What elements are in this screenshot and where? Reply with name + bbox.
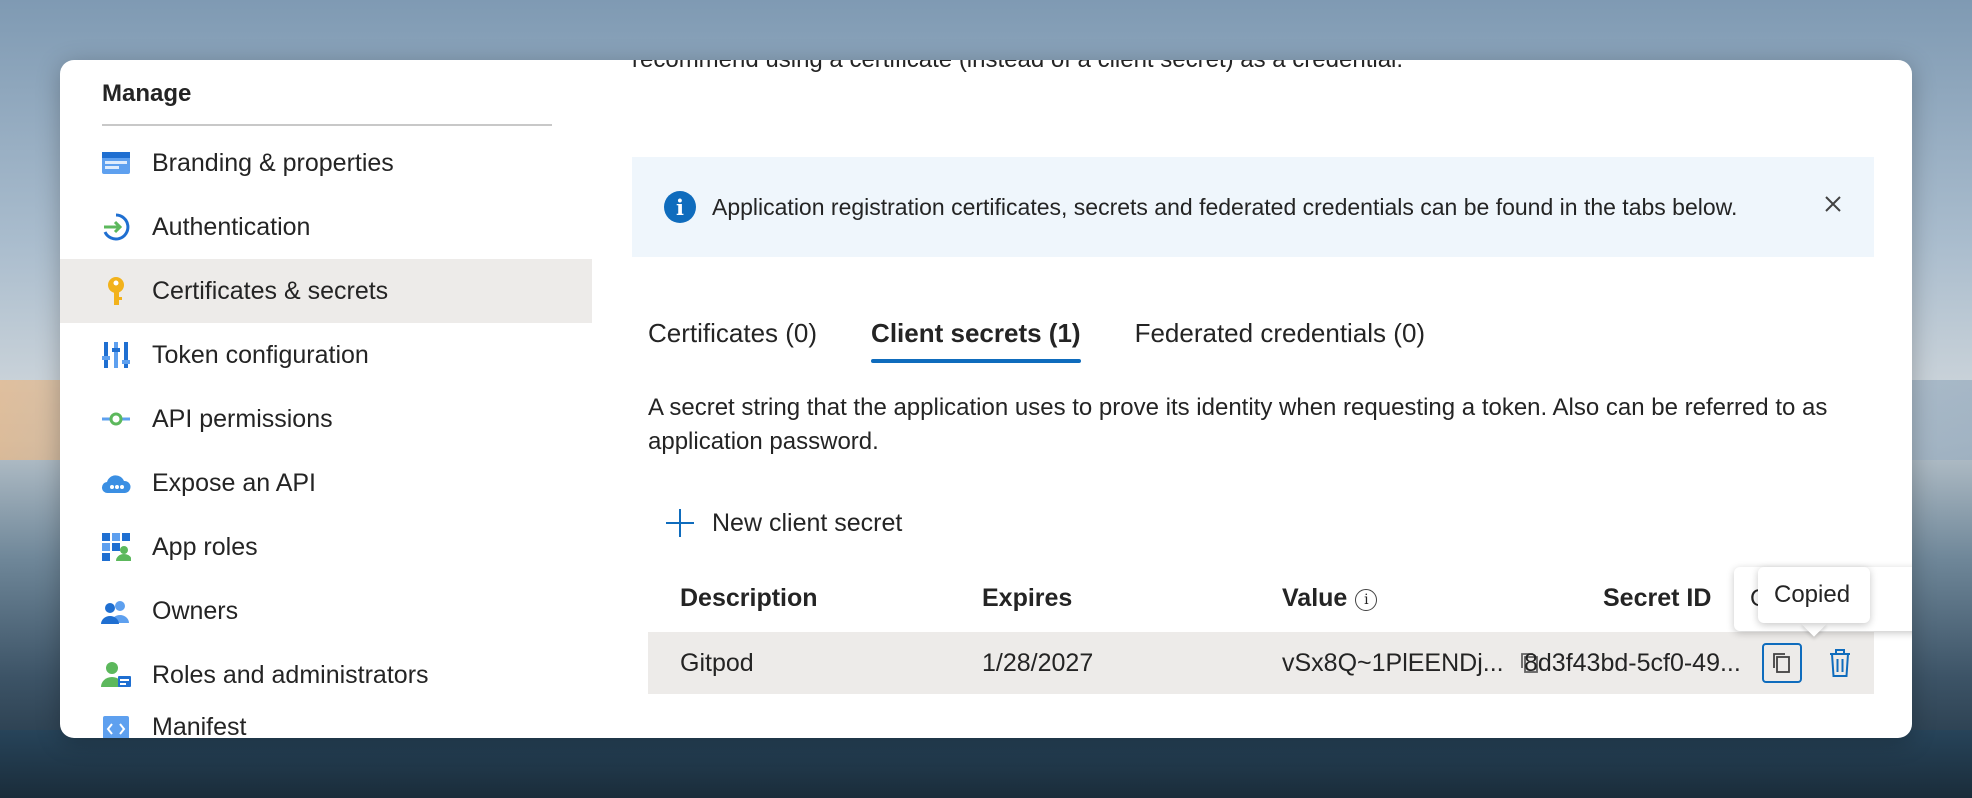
table-header: Description Expires Value i Secret ID <box>648 562 1874 632</box>
trash-icon <box>1830 649 1850 677</box>
intro-text: recommend using a certificate (instead o… <box>632 60 1403 74</box>
sidebar-item-label: Token configuration <box>152 340 369 369</box>
new-client-secret-button[interactable]: New client secret <box>664 507 902 539</box>
info-banner: i Application registration certificates,… <box>632 157 1874 257</box>
app-roles-icon <box>100 531 132 563</box>
sidebar-item-certificates-secrets[interactable]: Certificates & secrets <box>60 259 592 323</box>
sidebar-item-app-roles[interactable]: App roles <box>60 515 592 579</box>
branding-icon <box>100 147 132 179</box>
manifest-icon <box>100 713 132 738</box>
sidebar-item-label: Roles and administrators <box>152 660 429 689</box>
sidebar-item-manifest[interactable]: Manifest <box>60 707 592 738</box>
sidebar-item-roles-administrators[interactable]: Roles and administrators <box>60 643 592 707</box>
key-icon <box>100 275 132 307</box>
sidebar: Manage Branding & properties Authenticat… <box>60 60 592 738</box>
column-header-expires: Expires <box>982 584 1073 612</box>
cloud-api-icon <box>100 467 132 499</box>
app-window: Manage Branding & properties Authenticat… <box>60 60 1912 738</box>
api-permissions-icon <box>100 403 132 435</box>
credential-tabs: Certificates (0) Client secrets (1) Fede… <box>648 310 1479 363</box>
sidebar-item-label: Branding & properties <box>152 148 394 177</box>
sidebar-item-api-permissions[interactable]: API permissions <box>60 387 592 451</box>
tab-client-secrets[interactable]: Client secrets (1) <box>871 310 1081 363</box>
sidebar-item-token-configuration[interactable]: Token configuration <box>60 323 592 387</box>
tab-federated-credentials[interactable]: Federated credentials (0) <box>1135 310 1425 363</box>
sidebar-item-label: Owners <box>152 596 239 625</box>
sidebar-item-label: Manifest <box>152 713 247 738</box>
column-header-value: Value i <box>1282 584 1378 613</box>
column-header-description: Description <box>680 584 818 612</box>
cell-description: Gitpod <box>680 649 754 677</box>
main-content: recommend using a certificate (instead o… <box>632 60 1912 738</box>
sidebar-nav: Branding & properties Authentication Cer… <box>60 131 592 738</box>
cell-expires: 1/28/2027 <box>982 649 1094 677</box>
sidebar-item-expose-api[interactable]: Expose an API <box>60 451 592 515</box>
sidebar-divider <box>102 124 552 126</box>
new-client-secret-label: New client secret <box>712 508 903 537</box>
copied-tooltip: Copied <box>1758 567 1870 623</box>
authentication-icon <box>100 211 132 243</box>
owners-icon <box>100 595 132 627</box>
secrets-table: Description Expires Value i Secret ID Git… <box>648 562 1874 694</box>
tab-certificates[interactable]: Certificates (0) <box>648 310 817 363</box>
copy-icon <box>1773 653 1790 673</box>
table-row: Gitpod 1/28/2027 vSx8Q~1PlEENDj... 8d3f4… <box>648 632 1874 694</box>
plus-icon <box>664 507 696 539</box>
column-header-secret-id: Secret ID <box>1603 584 1712 612</box>
sidebar-item-label: API permissions <box>152 404 333 433</box>
sidebar-item-label: App roles <box>152 532 258 561</box>
sidebar-item-owners[interactable]: Owners <box>60 579 592 643</box>
sidebar-item-label: Expose an API <box>152 468 317 497</box>
close-icon[interactable] <box>1820 191 1846 217</box>
token-config-icon <box>100 339 132 371</box>
info-icon: i <box>664 191 696 223</box>
sidebar-item-branding[interactable]: Branding & properties <box>60 131 592 195</box>
info-banner-text: Application registration certificates, s… <box>712 193 1738 220</box>
sidebar-item-authentication[interactable]: Authentication <box>60 195 592 259</box>
roles-admin-icon <box>100 659 132 691</box>
value-info-icon[interactable]: i <box>1355 589 1378 611</box>
cell-secret-id: 8d3f43bd-5cf0-49... <box>1524 649 1741 677</box>
sidebar-item-label: Certificates & secrets <box>152 276 389 305</box>
copy-secret-id-button[interactable] <box>1762 643 1802 683</box>
delete-secret-button[interactable] <box>1820 643 1860 683</box>
cell-value: vSx8Q~1PlEENDj... <box>1282 649 1504 677</box>
sidebar-title: Manage <box>102 80 192 107</box>
background-water <box>0 730 1972 798</box>
client-secrets-description: A secret string that the application use… <box>648 394 1828 455</box>
sidebar-item-label: Authentication <box>152 212 311 241</box>
